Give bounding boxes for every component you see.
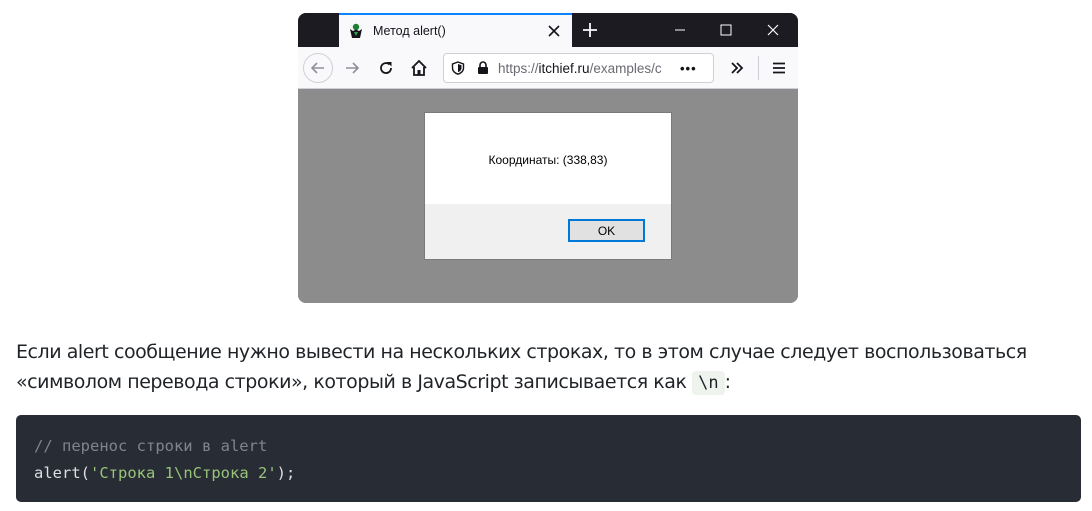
toolbar-divider xyxy=(758,56,759,80)
new-tab-plus-icon[interactable] xyxy=(581,21,599,39)
home-icon[interactable] xyxy=(405,54,433,82)
url-text: https://itchief.ru/examples/c xyxy=(498,60,662,76)
code-string-literal: 'Строка 1\nСтрока 2' xyxy=(90,464,277,482)
alert-message: Координаты: (338,83) xyxy=(488,153,608,167)
close-tab-icon[interactable] xyxy=(546,23,562,39)
address-bar[interactable]: https://itchief.ru/examples/c ••• xyxy=(443,53,714,83)
lock-icon[interactable] xyxy=(472,57,494,79)
code-comment: // перенос строки в alert xyxy=(34,437,268,455)
page-actions-more-icon[interactable]: ••• xyxy=(680,61,697,76)
tab-title: Метод alert() xyxy=(373,24,446,38)
maximize-icon[interactable] xyxy=(716,20,736,40)
code-block: // перенос строки в alert alert('Строка … xyxy=(16,415,1081,502)
code-function-name: alert xyxy=(34,464,81,482)
browser-screenshot: Метод alert() https://itchief.ru/example… xyxy=(298,13,798,303)
back-arrow-icon[interactable] xyxy=(303,53,333,83)
tab-alert-method[interactable]: Метод alert() xyxy=(339,13,572,47)
ok-button[interactable]: OK xyxy=(568,219,645,242)
tab-bar: Метод alert() xyxy=(298,13,798,47)
reload-icon[interactable] xyxy=(372,54,400,82)
navigation-toolbar: https://itchief.ru/examples/c ••• xyxy=(298,47,798,89)
code-close-paren: ); xyxy=(276,464,296,482)
paragraph-text-end: : xyxy=(724,371,731,393)
page-content-area: Координаты: (338,83) OK xyxy=(298,90,798,303)
close-window-icon[interactable] xyxy=(763,20,783,40)
alert-dialog-body: Координаты: (338,83) xyxy=(425,113,671,204)
tracking-protection-shield-icon[interactable] xyxy=(447,57,469,79)
hamburger-menu-icon[interactable] xyxy=(765,54,793,82)
forward-arrow-icon[interactable] xyxy=(338,54,366,82)
article-paragraph: Если alert сообщение нужно вывести на не… xyxy=(16,337,1088,398)
minimize-icon[interactable] xyxy=(670,20,690,40)
alert-dialog: Координаты: (338,83) OK xyxy=(424,112,672,260)
code-open-paren: ( xyxy=(80,464,91,482)
inline-code-newline: \n xyxy=(692,371,725,395)
overflow-chevron-icon[interactable] xyxy=(723,54,751,82)
site-favicon-icon xyxy=(347,22,365,40)
paragraph-text: Если alert сообщение нужно вывести на не… xyxy=(16,341,1027,393)
